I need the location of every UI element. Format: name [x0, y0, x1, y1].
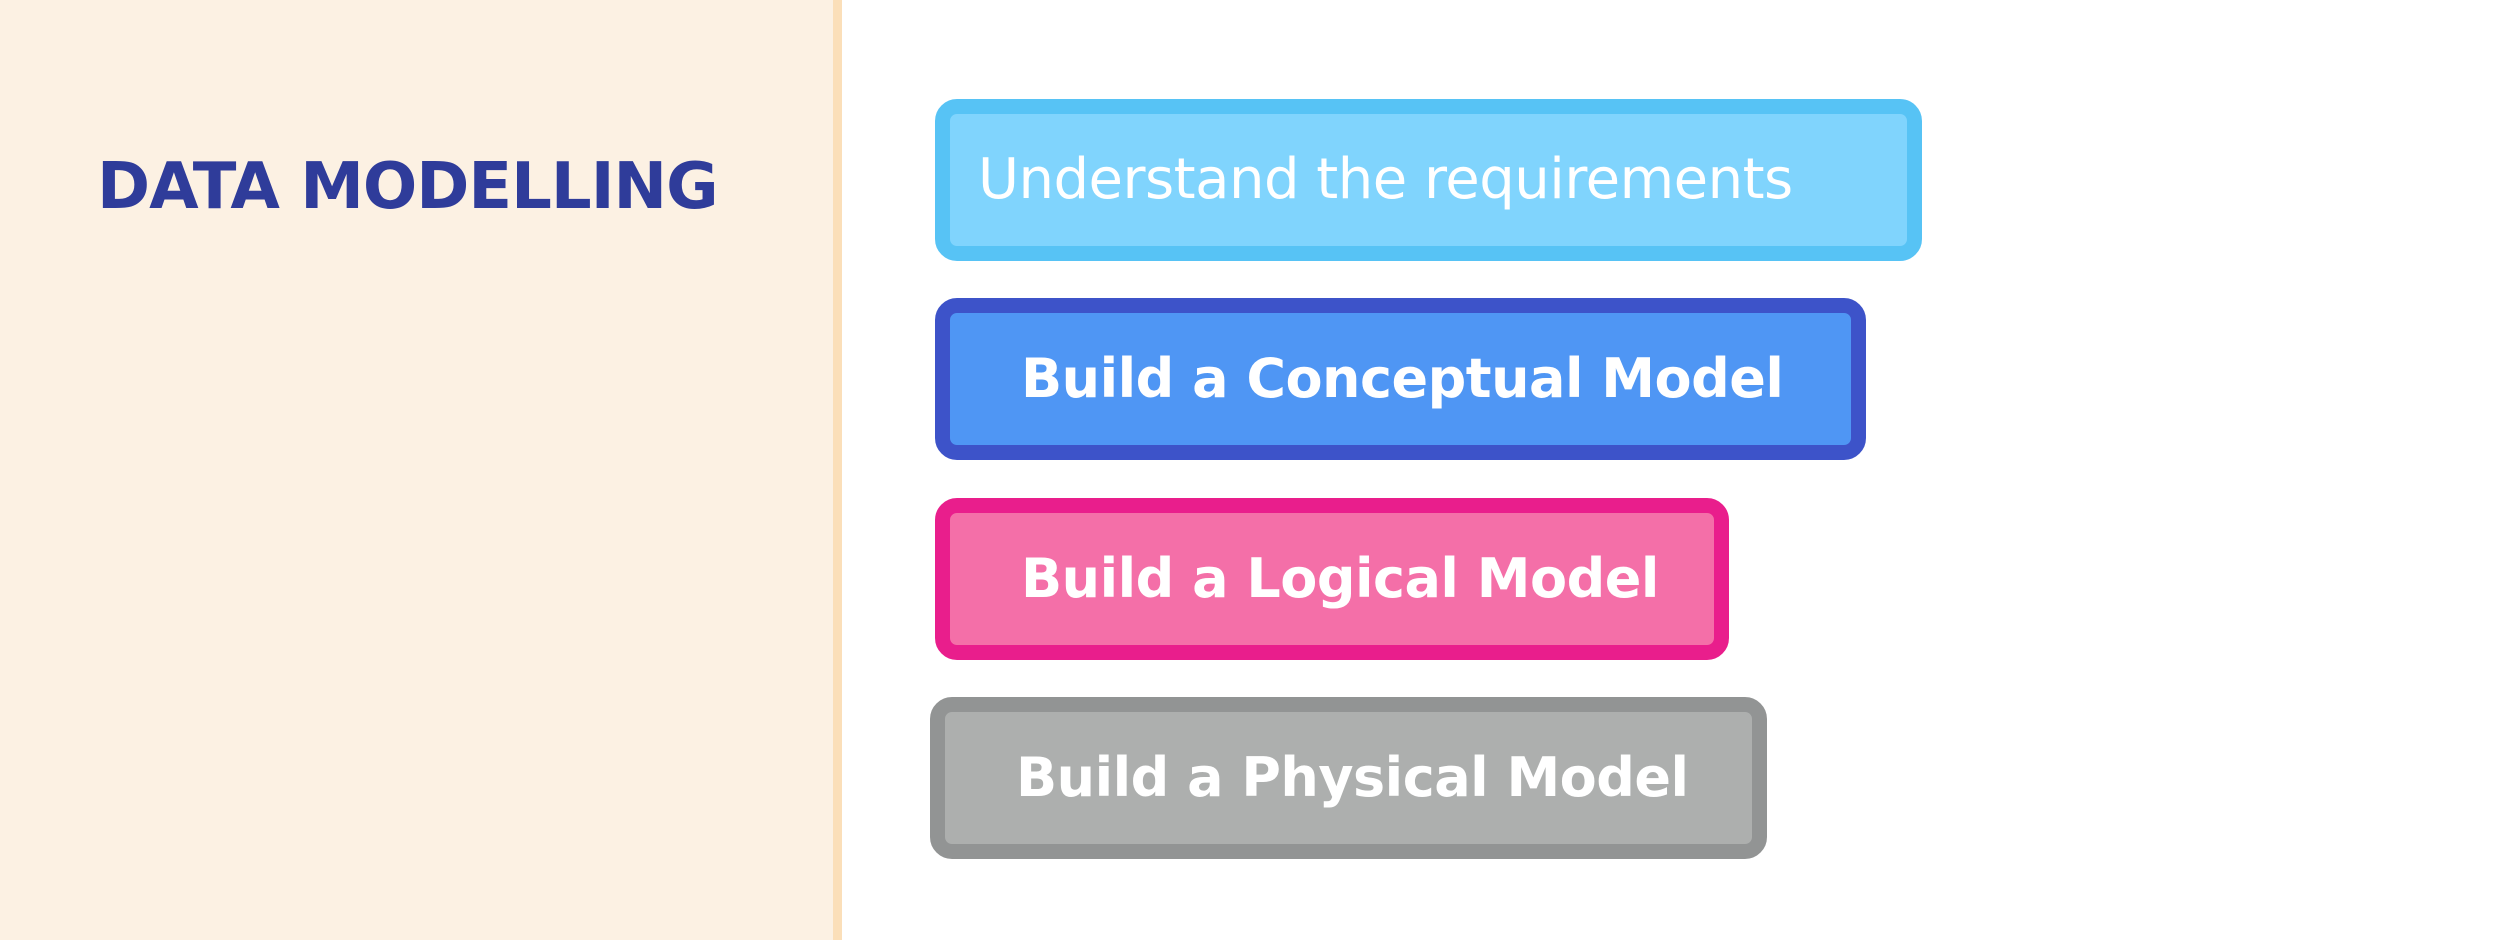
- step-label: Build a Conceptual Model: [1021, 347, 1784, 410]
- step-logical-model: Build a Logical Model: [935, 498, 1729, 660]
- page-title: DATA MODELLING: [97, 150, 719, 224]
- step-physical-model: Build a Physical Model: [930, 697, 1767, 859]
- left-panel: DATA MODELLING: [0, 0, 833, 940]
- step-label: Build a Logical Model: [1021, 547, 1659, 610]
- panel-divider: [833, 0, 842, 940]
- step-conceptual-model: Build a Conceptual Model: [935, 298, 1866, 460]
- step-label: Understand the requirements: [978, 147, 1793, 212]
- step-label: Build a Physical Model: [1016, 746, 1689, 809]
- step-understand-requirements: Understand the requirements: [935, 99, 1922, 261]
